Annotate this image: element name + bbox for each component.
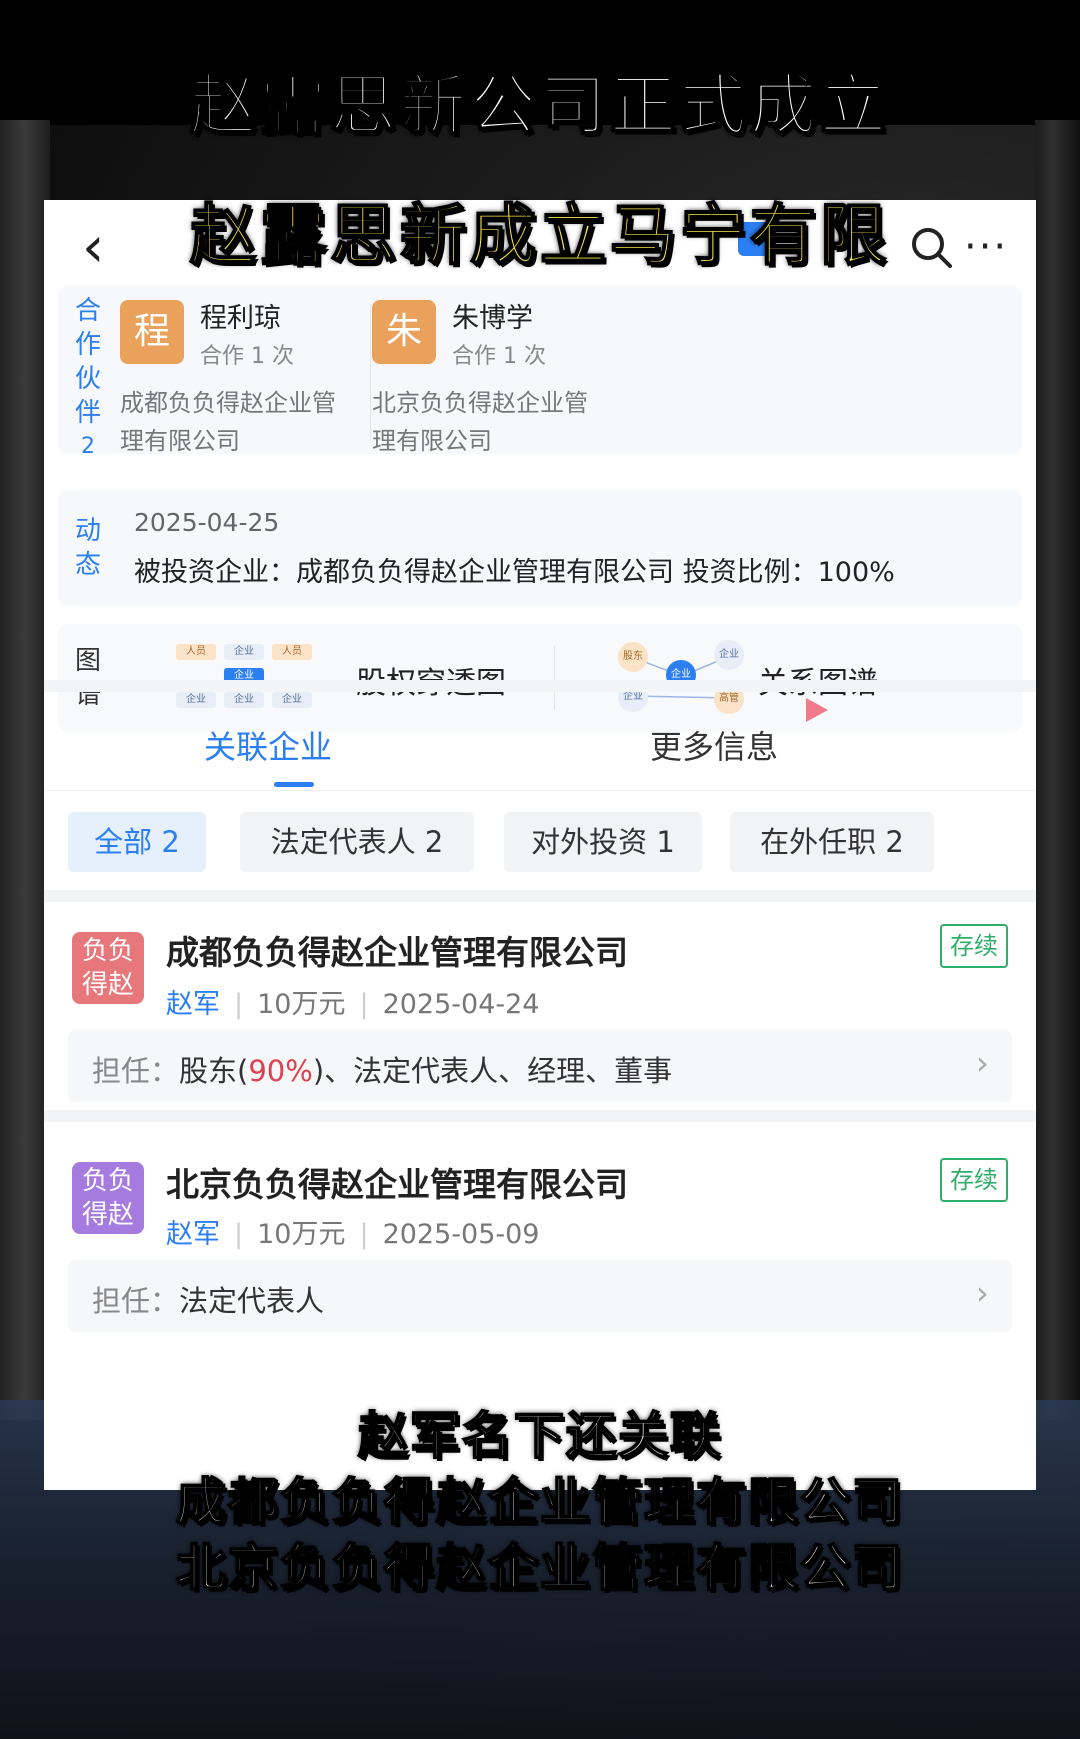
divider [370, 304, 371, 440]
avatar: 朱 [372, 300, 436, 364]
partner-name: 程利琼 [200, 303, 281, 334]
status-badge: 存续 [940, 1158, 1008, 1202]
tab-more-info[interactable]: 更多信息 [650, 722, 778, 768]
list-separator [44, 1110, 1036, 1122]
dynamics-date: 2025-04-25 [134, 508, 280, 537]
video-title-line1: 赵露思新公司正式成立 [189, 66, 890, 145]
company-meta: 赵军 | 10万元 | 2025-05-09 [166, 1219, 540, 1250]
chevron-right-icon: › [976, 1274, 989, 1312]
video-subtitle-line2: 成都负负得赵企业管理有限公司 [175, 1472, 904, 1532]
role-row[interactable]: 担任：法定代表人 › [68, 1260, 1012, 1332]
tab-bar: 关联企业 更多信息 [44, 700, 1036, 791]
video-subtitle-line3: 北京负负得赵企业管理有限公司 [175, 1538, 904, 1598]
tab-related-companies[interactable]: 关联企业 [204, 722, 332, 768]
phone-screen: ‹ ··· 合 作 伙 伴 2 程 程利琼 合作 1 次 成都负负得赵企业管理有… [44, 200, 1036, 1490]
filter-investment[interactable]: 对外投资 1 [504, 812, 702, 872]
established-date: 2025-04-24 [382, 989, 540, 1020]
video-subtitle-line1: 赵军名下还关联 [357, 1406, 722, 1466]
company-name[interactable]: 北京负负得赵企业管理有限公司 [166, 1158, 628, 1206]
partners-section: 合 作 伙 伴 2 程 程利琼 合作 1 次 成都负负得赵企业管理有限公司 朱 … [58, 286, 1022, 459]
partner-count: 合作 1 次 [200, 344, 294, 369]
legal-rep-link[interactable]: 赵军 [166, 989, 220, 1020]
company-logo: 负负得赵 [72, 1162, 144, 1234]
background-left-edge [0, 120, 50, 1420]
avatar: 程 [120, 300, 184, 364]
role-text: 担任：法定代表人 [92, 1284, 325, 1318]
background-right-edge [1035, 120, 1080, 1420]
registered-capital: 10万元 [257, 1219, 346, 1250]
legal-rep-link[interactable]: 赵军 [166, 1219, 220, 1250]
filter-legal-rep[interactable]: 法定代表人 2 [240, 812, 474, 872]
registered-capital: 10万元 [257, 989, 346, 1020]
list-item[interactable]: 负负得赵 成都负负得赵企业管理有限公司 赵军 | 10万元 | 2025-04-24 存… [44, 902, 1036, 1110]
established-date: 2025-05-09 [382, 1219, 540, 1250]
role-text: 担任：股东(90%)、法定代表人、经理、董事 [92, 1054, 673, 1088]
tab-underline [274, 782, 314, 787]
partner-name: 朱博学 [452, 303, 533, 334]
company-meta: 赵军 | 10万元 | 2025-04-24 [166, 989, 540, 1020]
dynamics-section[interactable]: 动 态 2025-04-25 被投资企业：成都负负得赵企业管理有限公司 投资比例… [58, 490, 1022, 606]
filter-all[interactable]: 全部 2 [68, 812, 206, 872]
partner-count: 合作 1 次 [452, 344, 546, 369]
filter-positions[interactable]: 在外任职 2 [730, 812, 934, 872]
list-item[interactable]: 负负得赵 北京负负得赵企业管理有限公司 赵军 | 10万元 | 2025-05-09 存… [44, 1122, 1036, 1342]
chevron-right-icon: › [976, 1044, 989, 1082]
company-name[interactable]: 成都负负得赵企业管理有限公司 [166, 926, 628, 974]
partner-company: 成都负负得赵企业管理有限公司 [120, 389, 336, 455]
video-title-line2: 赵露思新成立马宁有限 [189, 196, 890, 275]
section-gap [44, 680, 1036, 692]
status-badge: 存续 [940, 924, 1008, 968]
list-separator [44, 890, 1036, 902]
dynamics-label: 动 态 [74, 516, 101, 580]
partners-label: 合 作 伙 伴 2 [74, 296, 101, 459]
company-logo: 负负得赵 [72, 932, 144, 1004]
dynamics-text: 被投资企业：成都负负得赵企业管理有限公司 投资比例：100% [134, 557, 895, 588]
partner-company: 北京负负得赵企业管理有限公司 [372, 389, 588, 455]
role-row[interactable]: 担任：股东(90%)、法定代表人、经理、董事 › [68, 1030, 1012, 1102]
